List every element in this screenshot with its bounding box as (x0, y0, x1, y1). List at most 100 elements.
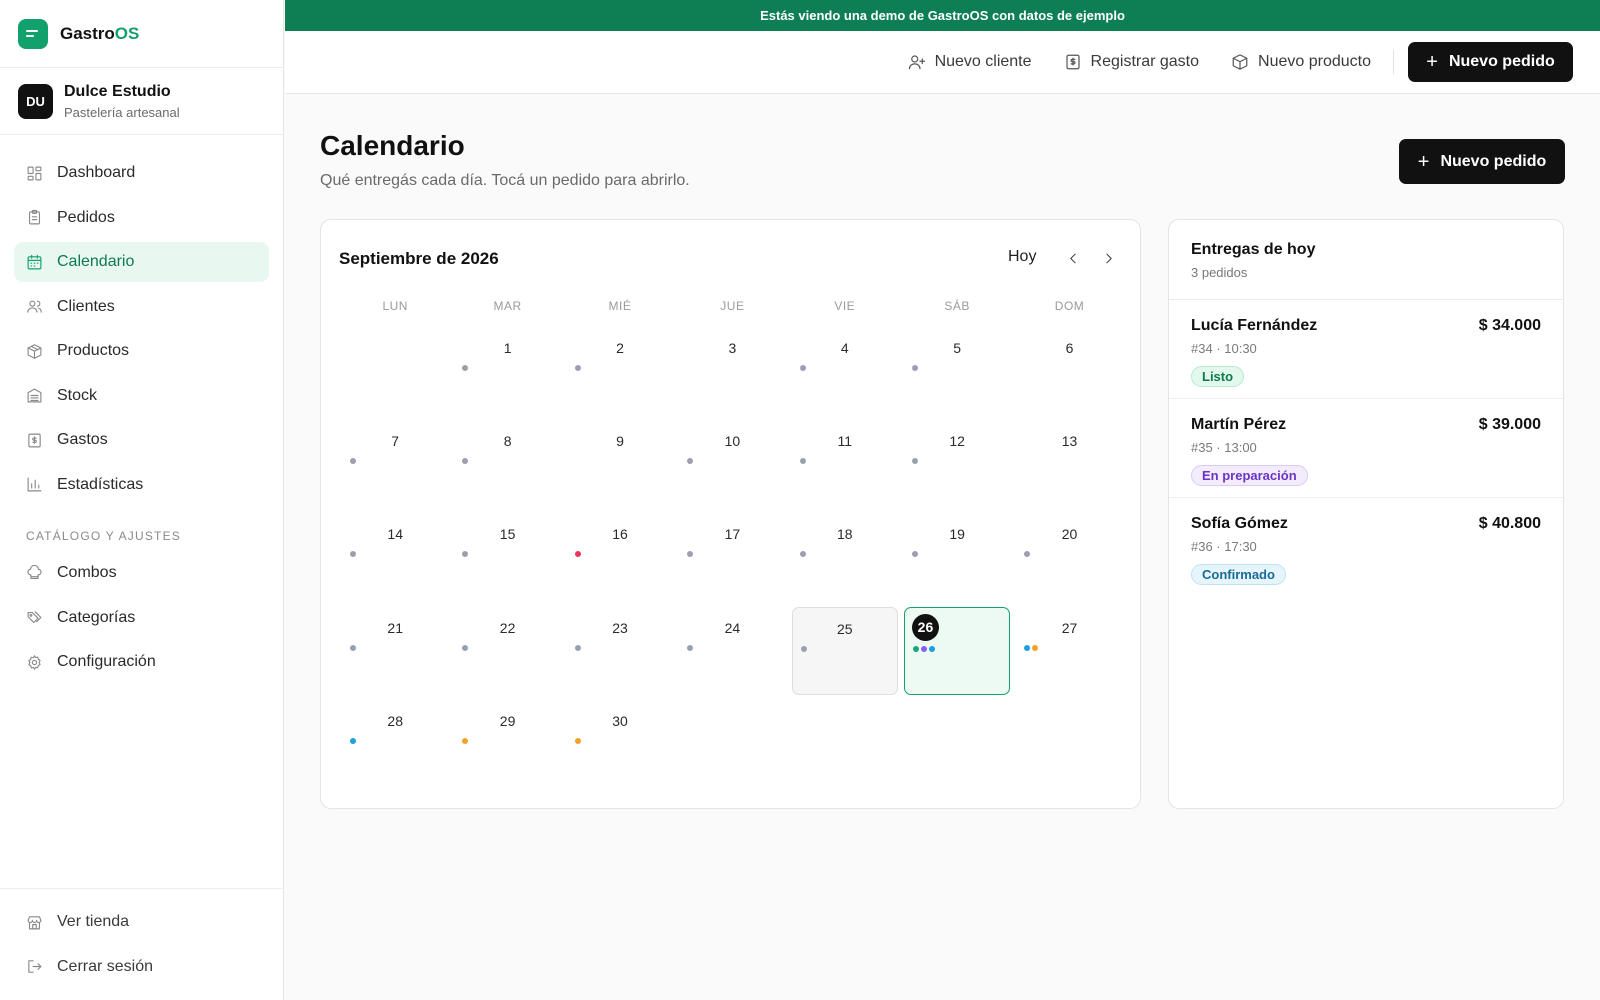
business-subtitle: Pastelería artesanal (64, 104, 180, 120)
clipboard-icon (28, 209, 41, 225)
business-switcher[interactable]: DU Dulce Estudio Pastelería artesanal (0, 68, 283, 135)
calendar-day-15[interactable]: 15 (454, 513, 560, 601)
calendar-day-2[interactable]: 2 (567, 327, 673, 415)
calendar-day-30[interactable]: 30 (567, 700, 673, 788)
day-number: 6 (1065, 340, 1074, 356)
new-client-button[interactable]: Nuevo cliente (908, 53, 1032, 71)
order-dots (574, 551, 581, 558)
order-dot-purple (920, 645, 927, 652)
brand[interactable]: GastroOS (0, 0, 283, 68)
delivery-amount: $ 40.800 (1478, 515, 1541, 532)
calendar-day-3[interactable]: 3 (679, 327, 785, 415)
calendar-day-17[interactable]: 17 (679, 513, 785, 601)
calendar-day-13[interactable]: 13 (1016, 420, 1122, 508)
users-icon (27, 300, 42, 313)
day-number: 3 (728, 340, 737, 356)
delivery-item[interactable]: Lucía Fernández #34 · 10:30 $ 34.000 Listo (1169, 300, 1563, 399)
order-dots (800, 645, 807, 652)
order-dot-gray (911, 365, 918, 371)
calendar-day-23[interactable]: 23 (567, 607, 673, 695)
calendar-day-10[interactable]: 10 (679, 420, 785, 508)
sidebar-item-label: Configuración (57, 653, 156, 670)
plus-icon: + (1426, 51, 1438, 73)
delivery-item[interactable]: Sofía Gómez #36 · 17:30 $ 40.800 Confirmado (1169, 498, 1563, 597)
calendar-day-27[interactable]: 27 (1016, 607, 1122, 695)
weekday-label: MIÉ (608, 299, 632, 313)
calendar-grid: 1 2 3 4 5 6 7 8 9 10 11 12 13 14 15 16 17 18 19 20 21 22 23 24 2… (339, 326, 1126, 792)
calendar-day-12[interactable]: 12 (904, 420, 1010, 508)
order-dot-gray (574, 644, 581, 651)
day-number: 17 (724, 526, 741, 543)
order-dot-gray (799, 551, 806, 558)
order-dots (350, 737, 356, 744)
calendar-day-7[interactable]: 7 (342, 420, 448, 508)
delivery-order-meta: #34 · 10:30 (1191, 341, 1257, 356)
deliveries-count: 3 pedidos (1191, 265, 1248, 280)
calendar-day-29[interactable]: 29 (454, 700, 560, 788)
day-number: 15 (499, 526, 516, 543)
calendar-day-9[interactable]: 9 (567, 420, 673, 508)
sidebar-item-ver-tienda[interactable]: Ver tienda (14, 902, 270, 942)
day-number: 14 (387, 526, 403, 543)
chevron-left-icon (1069, 253, 1076, 263)
sidebar-item-combos[interactable]: Combos (14, 553, 269, 593)
sidebar-item-cerrar-sesion[interactable]: Cerrar sesión (14, 947, 270, 987)
sidebar-item-calendario[interactable]: Calendario (14, 242, 269, 282)
sidebar-item-label: Estadísticas (57, 475, 144, 493)
day-number: 28 (387, 712, 403, 729)
new-product-button[interactable]: Nuevo producto (1231, 53, 1371, 71)
weekday-label: MAR (493, 299, 522, 313)
calendar-day-19[interactable]: 19 (904, 513, 1010, 601)
weekday-label: SÁB (944, 299, 970, 313)
order-dots (462, 644, 469, 651)
calendar-day-21[interactable]: 21 (342, 607, 448, 695)
receipt-icon (28, 433, 41, 447)
calendar-day-28[interactable]: 28 (342, 700, 448, 788)
order-dot-gray (1024, 551, 1031, 558)
delivery-amount: $ 34.000 (1478, 317, 1541, 334)
delivery-order-meta: #35 · 13:00 (1191, 440, 1257, 455)
page-subtitle: Qué entregás cada día. Tocá un pedido pa… (320, 172, 690, 189)
sidebar-item-stock[interactable]: Stock (14, 376, 269, 416)
order-dots (799, 551, 806, 558)
calendar-day-24[interactable]: 24 (679, 607, 785, 695)
calendar-day-22[interactable]: 22 (454, 607, 560, 695)
calendar-day-1[interactable]: 1 (454, 327, 560, 415)
sidebar-item-label: Calendario (57, 253, 135, 270)
sidebar-item-pedidos[interactable]: Pedidos (14, 198, 269, 238)
new-order-button[interactable]: + Nuevo pedido (1408, 42, 1573, 82)
calendar-day-8[interactable]: 8 (454, 420, 560, 508)
deliveries-title: Entregas de hoy (1191, 241, 1316, 258)
sidebar-item-clientes[interactable]: Clientes (14, 287, 269, 327)
weekday-header: LUN MAR MIÉ JUE VIE SÁB DOM (339, 299, 1126, 313)
calendar-day-5[interactable]: 5 (904, 327, 1010, 415)
day-number: 25 (836, 620, 853, 637)
register-expense-button[interactable]: Registrar gasto (1064, 53, 1199, 71)
calendar-day-6[interactable]: 6 (1016, 327, 1122, 415)
calendar-day-26[interactable]: 26 (903, 606, 1011, 695)
sidebar-item-gastos[interactable]: Gastos (14, 420, 269, 460)
previous-month-button[interactable] (1060, 243, 1086, 273)
sidebar-item-productos[interactable]: Productos (14, 331, 269, 371)
bar-chart-icon (27, 477, 42, 492)
chevron-right-icon (1105, 253, 1112, 263)
day-number: 9 (616, 433, 624, 450)
new-order-button-header[interactable]: + Nuevo pedido (1399, 139, 1565, 184)
plus-icon: + (1417, 150, 1430, 173)
sidebar-item-configuracion[interactable]: Configuración (14, 642, 269, 682)
calendar-day-11[interactable]: 11 (792, 420, 898, 508)
calendar-day-18[interactable]: 18 (792, 513, 898, 601)
sidebar-item-dashboard[interactable]: Dashboard (14, 153, 269, 193)
calendar-day-20[interactable]: 20 (1016, 513, 1122, 601)
today-button[interactable]: Hoy (1008, 248, 1036, 266)
user-plus-icon (908, 55, 925, 70)
delivery-item[interactable]: Martín Pérez #35 · 13:00 $ 39.000 En prepar… (1169, 399, 1563, 498)
calendar-day-4[interactable]: 4 (792, 327, 898, 415)
sidebar-item-estadisticas[interactable]: Estadísticas (14, 465, 269, 505)
status-badge: Listo (1191, 366, 1245, 387)
calendar-day-16[interactable]: 16 (567, 513, 673, 601)
calendar-day-14[interactable]: 14 (342, 513, 448, 601)
calendar-day-25[interactable]: 25 (791, 606, 898, 695)
sidebar-item-categorias[interactable]: Categorías (14, 598, 269, 638)
next-month-button[interactable] (1095, 243, 1121, 273)
